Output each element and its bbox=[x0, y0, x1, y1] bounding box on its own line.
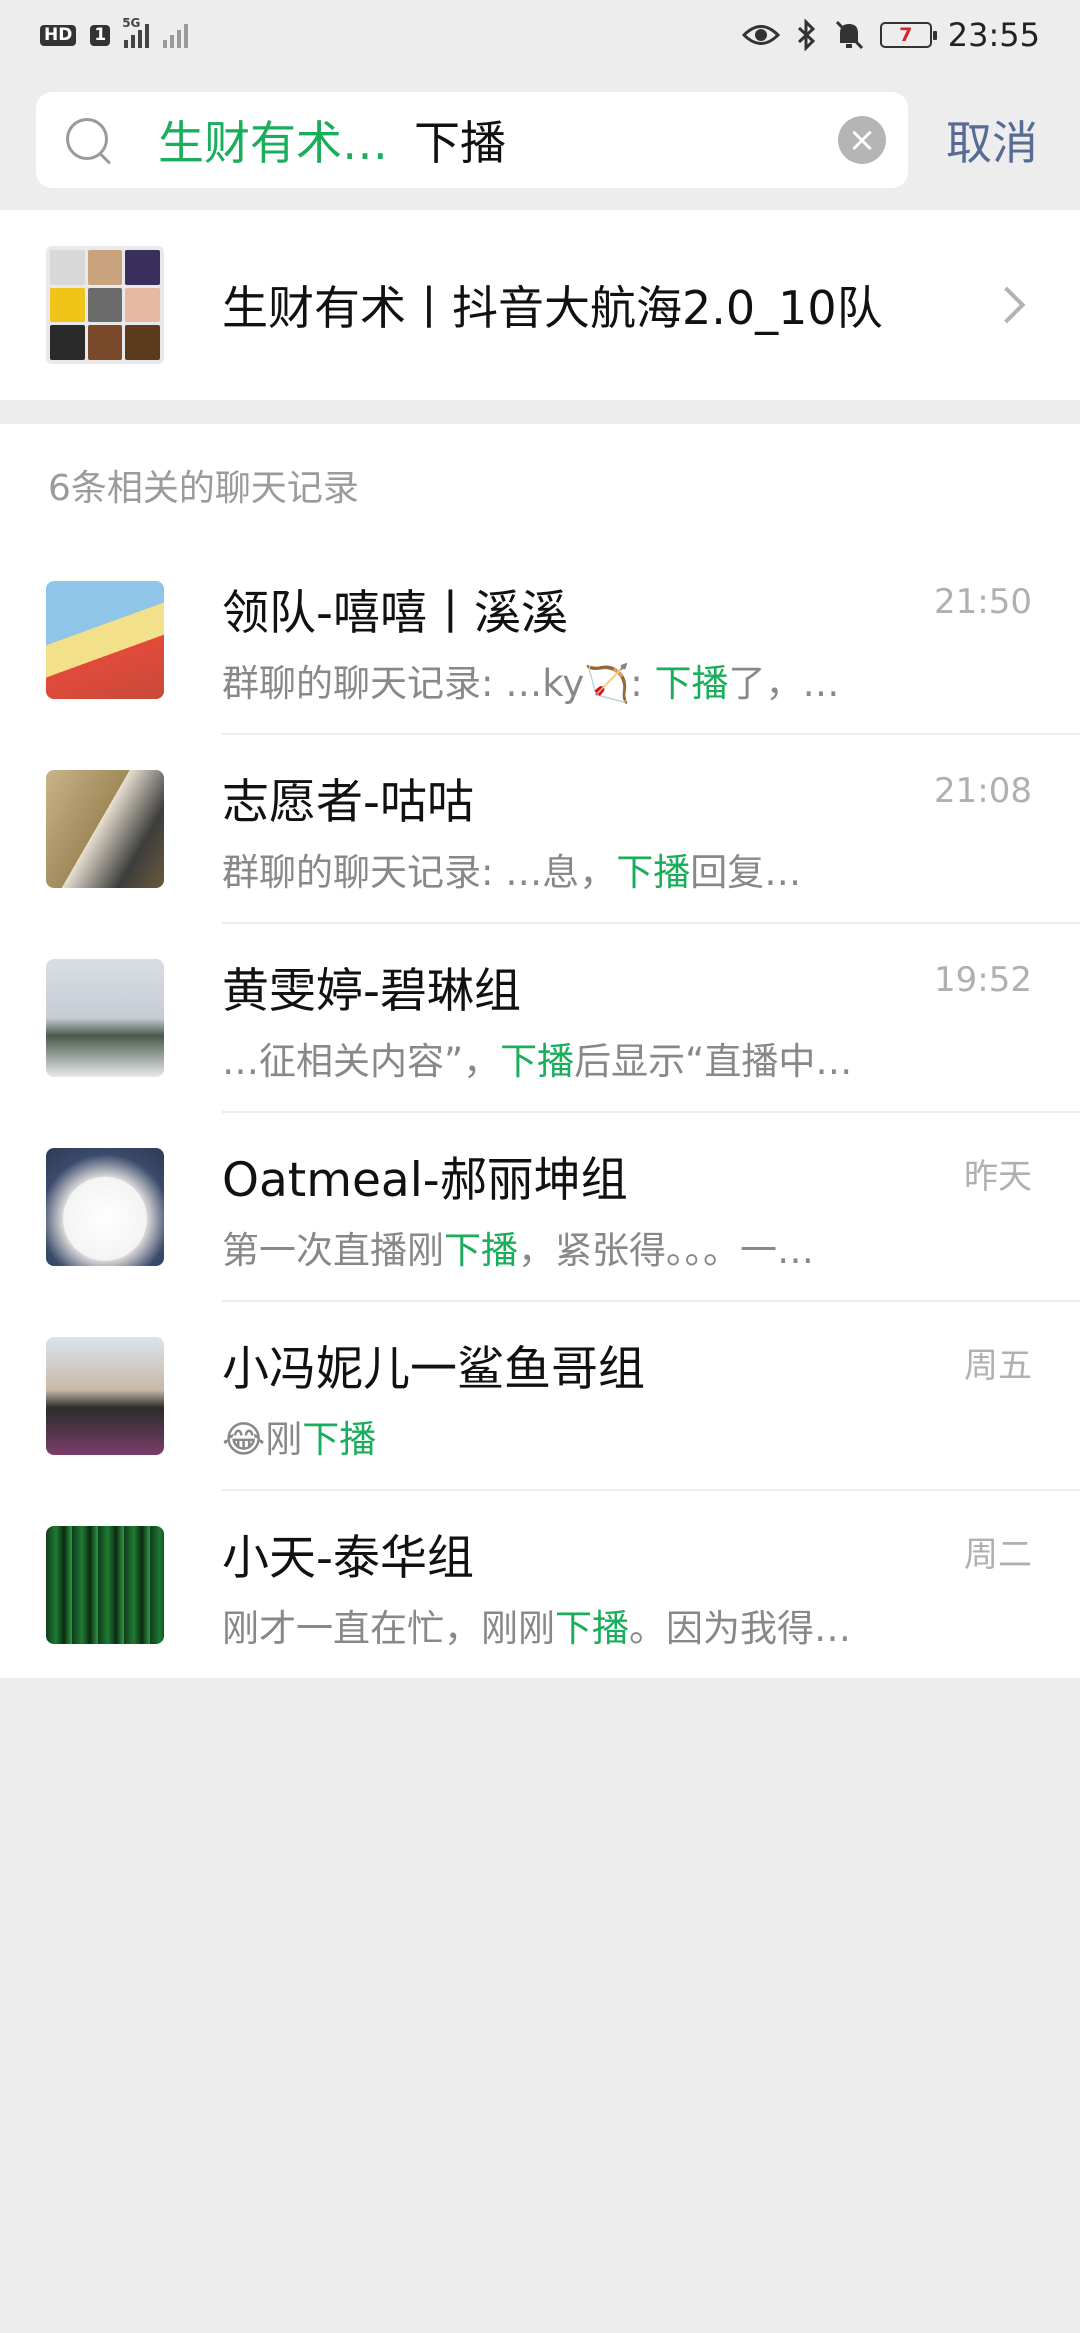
status-left: HD 1 5G bbox=[40, 16, 189, 48]
chat-records-section: 6条相关的聊天记录 领队-嘻嘻丨溪溪 21:50 群聊的聊天记录: …ky🏹: … bbox=[0, 424, 1080, 1678]
record-name: 领队-嘻嘻丨溪溪 bbox=[222, 586, 568, 641]
search-filter-tag[interactable]: 生财有术… bbox=[158, 107, 388, 173]
status-right: 7 23:55 bbox=[741, 16, 1040, 54]
search-input[interactable]: 下播 bbox=[414, 107, 838, 173]
clock: 23:55 bbox=[947, 16, 1040, 54]
record-snippet: 群聊的聊天记录: …ky🏹: 下播了，… bbox=[222, 662, 840, 705]
record-snippet: 刚才一直在忙，刚刚下播。因为我得… bbox=[222, 1607, 851, 1650]
record-time: 周五 bbox=[964, 1346, 1032, 1386]
search-icon bbox=[58, 110, 118, 170]
avatar bbox=[46, 1148, 164, 1266]
search-box[interactable]: 生财有术… 下播 × bbox=[36, 92, 908, 188]
battery-icon: 7 bbox=[879, 22, 937, 48]
record-name: Oatmeal-郝丽坤组 bbox=[222, 1153, 628, 1208]
record-name: 小天-泰华组 bbox=[222, 1531, 474, 1586]
chevron-right-icon bbox=[988, 286, 1026, 324]
group-result[interactable]: 生财有术丨抖音大航海2.0_10队 bbox=[0, 210, 1080, 400]
status-bar: HD 1 5G 7 23:55 bbox=[0, 0, 1080, 70]
record-time: 19:52 bbox=[934, 960, 1032, 1000]
avatar bbox=[46, 1337, 164, 1455]
bluetooth-icon bbox=[797, 19, 815, 51]
signal-2-icon bbox=[163, 22, 189, 48]
record-time: 昨天 bbox=[964, 1157, 1032, 1197]
mute-bell-icon bbox=[835, 20, 863, 50]
clear-icon[interactable]: × bbox=[838, 116, 886, 164]
record-name: 小冯妮儿一鲨鱼哥组 bbox=[222, 1342, 645, 1397]
avatar bbox=[46, 1526, 164, 1644]
search-header: 生财有术… 下播 × 取消 bbox=[0, 70, 1080, 210]
avatar bbox=[46, 770, 164, 888]
record-item[interactable]: 志愿者-咕咕 21:08 群聊的聊天记录: …息，下播回复… bbox=[0, 735, 1080, 924]
avatar bbox=[46, 959, 164, 1077]
record-snippet: 第一次直播刚下播，紧张得。。。一… bbox=[222, 1229, 814, 1272]
record-snippet: …征相关内容”，下播后显示“直播中… bbox=[222, 1040, 853, 1083]
sim-indicator: 1 bbox=[90, 24, 111, 46]
record-name: 黄雯婷-碧琳组 bbox=[222, 964, 521, 1019]
network-type: 5G bbox=[122, 16, 141, 30]
record-time: 周二 bbox=[964, 1535, 1032, 1575]
record-item[interactable]: Oatmeal-郝丽坤组 昨天 第一次直播刚下播，紧张得。。。一… bbox=[0, 1113, 1080, 1302]
avatar bbox=[46, 581, 164, 699]
group-avatar bbox=[46, 246, 164, 364]
group-name: 生财有术丨抖音大航海2.0_10队 bbox=[222, 281, 883, 335]
record-item[interactable]: 小天-泰华组 周二 刚才一直在忙，刚刚下播。因为我得… bbox=[0, 1491, 1080, 1680]
signal-icon: 5G bbox=[122, 16, 150, 48]
record-item[interactable]: 黄雯婷-碧琳组 19:52 …征相关内容”，下播后显示“直播中… bbox=[0, 924, 1080, 1113]
hd-indicator: HD bbox=[40, 24, 77, 46]
eye-icon bbox=[741, 25, 780, 45]
records-header: 6条相关的聊天记录 bbox=[48, 468, 359, 509]
record-item[interactable]: 领队-嘻嘻丨溪溪 21:50 群聊的聊天记录: …ky🏹: 下播了，… bbox=[0, 546, 1080, 735]
record-item[interactable]: 小冯妮儿一鲨鱼哥组 周五 😂刚下播 bbox=[0, 1302, 1080, 1491]
record-snippet: 群聊的聊天记录: …息，下播回复… bbox=[222, 851, 802, 894]
record-time: 21:08 bbox=[934, 771, 1032, 811]
record-time: 21:50 bbox=[934, 582, 1032, 622]
cancel-button[interactable]: 取消 bbox=[946, 107, 1038, 173]
record-snippet: 😂刚下播 bbox=[222, 1418, 377, 1461]
record-name: 志愿者-咕咕 bbox=[222, 775, 474, 830]
